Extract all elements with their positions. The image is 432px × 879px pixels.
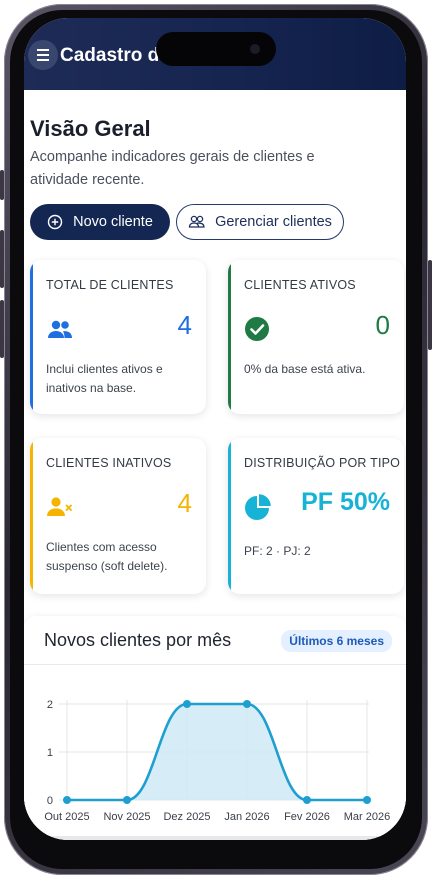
x-tick-label: Out 2025 [44, 811, 89, 823]
data-point [303, 796, 311, 804]
data-point [243, 700, 251, 708]
check-circle-icon [245, 317, 269, 341]
screen: Cadastro de Visão Geral Acompanhe indica… [24, 18, 406, 840]
x-tick-label: Jan 2026 [224, 811, 269, 823]
side-button [0, 300, 4, 358]
stat-card-total[interactable]: TOTAL DE CLIENTES 4 Inclui clientes ativ… [30, 260, 206, 414]
hamburger-icon [37, 48, 49, 63]
user-x-icon [47, 497, 72, 516]
chart-card: Novos clientes por mês Últimos 6 meses 0… [24, 616, 406, 836]
card-value: PF 50% [301, 488, 390, 516]
manage-clients-button[interactable]: Gerenciar clientes [176, 204, 344, 240]
users-outline-icon [188, 215, 205, 228]
card-description: PF: 2 · PJ: 2 [244, 544, 311, 558]
card-value: 4 [177, 310, 192, 340]
card-label: TOTAL DE CLIENTES [46, 278, 174, 292]
stat-card-distribution[interactable]: DISTRIBUIÇÃO POR TIPO PF 50% PF: 2 · PJ:… [228, 438, 404, 594]
plus-circle-icon [47, 214, 63, 230]
card-description: Inclui clientes ativos e inativos na bas… [46, 362, 163, 395]
x-tick-label: Fev 2026 [284, 811, 330, 823]
data-point [63, 796, 71, 804]
side-button [0, 230, 4, 288]
app-title: Cadastro de [60, 45, 170, 66]
x-tick-label: Mar 2026 [344, 811, 390, 823]
page-title: Visão Geral [30, 116, 151, 141]
x-tick-label: Dez 2025 [163, 811, 210, 823]
card-label: CLIENTES INATIVOS [46, 456, 172, 470]
card-description: 0% da base está ativa. [244, 362, 366, 376]
y-tick-label: 1 [47, 747, 53, 759]
side-button [428, 260, 432, 350]
card-label: DISTRIBUIÇÃO POR TIPO [244, 456, 401, 470]
side-button [0, 170, 4, 200]
data-point [123, 796, 131, 804]
card-label: CLIENTES ATIVOS [244, 278, 356, 292]
card-value: 4 [177, 488, 192, 518]
line-chart: 0 1 2 Out 2025 Nov 2025 Dez 2025 Jan 2026 Fev 2… [44, 699, 390, 823]
stat-card-inactive[interactable]: CLIENTES INATIVOS 4 Clientes com acesso … [30, 438, 206, 594]
dynamic-island [156, 32, 276, 66]
y-tick-label: 0 [47, 795, 53, 807]
y-tick-label: 2 [47, 699, 53, 711]
new-client-button[interactable]: Novo cliente [30, 204, 170, 240]
stat-card-active[interactable]: CLIENTES ATIVOS 0 0% da base está ativa. [228, 260, 404, 414]
manage-clients-label: Gerenciar clientes [215, 214, 332, 230]
menu-button[interactable] [28, 40, 58, 70]
main-content: Visão Geral Acompanhe indicadores gerais… [24, 90, 406, 840]
x-tick-label: Nov 2025 [103, 811, 150, 823]
users-icon [48, 320, 72, 338]
pie-chart-icon [245, 494, 271, 520]
data-point [363, 796, 371, 804]
card-description: Clientes com acesso suspenso (soft delet… [46, 540, 168, 573]
app-bar: Cadastro de [24, 18, 406, 90]
card-value: 0 [375, 310, 390, 340]
bottom-strip [24, 836, 406, 840]
new-client-label: Novo cliente [73, 214, 153, 230]
page-subtitle: Acompanhe indicadores gerais de clientes… [30, 149, 315, 188]
data-point [183, 700, 191, 708]
